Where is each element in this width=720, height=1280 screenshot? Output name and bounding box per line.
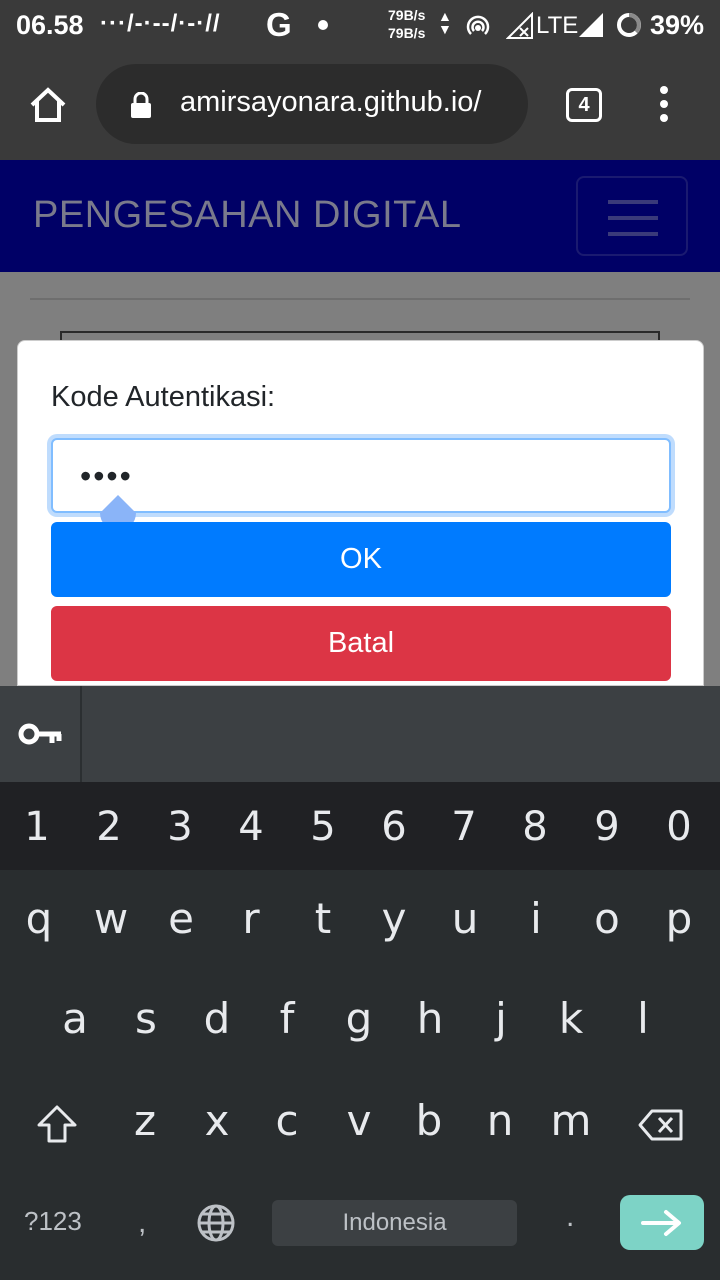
hamburger-line bbox=[608, 200, 658, 204]
key-4[interactable]: 4 bbox=[216, 804, 286, 850]
key-p[interactable]: p bbox=[644, 894, 714, 943]
signal-icon bbox=[579, 13, 603, 37]
key-h[interactable]: h bbox=[395, 994, 465, 1043]
password-key-icon[interactable] bbox=[18, 716, 64, 752]
backspace-icon[interactable] bbox=[638, 1108, 684, 1142]
speed-down: 79B/s bbox=[388, 25, 426, 41]
key-y[interactable]: y bbox=[359, 894, 429, 943]
key-a[interactable]: a bbox=[40, 994, 110, 1043]
auth-code-label: Kode Autentikasi: bbox=[51, 381, 276, 413]
shift-icon[interactable] bbox=[36, 1104, 78, 1144]
key-1[interactable]: 1 bbox=[2, 804, 72, 850]
key-c[interactable]: c bbox=[252, 1096, 322, 1145]
key-2[interactable]: 2 bbox=[74, 804, 144, 850]
address-bar[interactable]: amirsayonara.github.io/ bbox=[96, 64, 528, 144]
suggestion-divider bbox=[80, 686, 82, 782]
keyboard-suggestion-strip bbox=[0, 686, 720, 782]
hamburger-line bbox=[608, 216, 658, 220]
site-brand[interactable]: PENGESAHAN DIGITAL bbox=[33, 194, 462, 237]
notification-icons: ···/-·--/·-·// bbox=[100, 10, 221, 37]
key-8[interactable]: 8 bbox=[500, 804, 570, 850]
home-icon[interactable] bbox=[28, 85, 68, 125]
key-3[interactable]: 3 bbox=[145, 804, 215, 850]
key-5[interactable]: 5 bbox=[288, 804, 358, 850]
cancel-button[interactable]: Batal bbox=[51, 606, 671, 681]
battery-percent: 39% bbox=[650, 10, 705, 40]
battery-icon bbox=[617, 13, 641, 37]
key-g[interactable]: g bbox=[324, 994, 394, 1043]
key-9[interactable]: 9 bbox=[572, 804, 642, 850]
key-v[interactable]: v bbox=[324, 1096, 394, 1145]
site-navbar: PENGESAHAN DIGITAL bbox=[0, 160, 720, 272]
period-key[interactable]: . bbox=[566, 1200, 574, 1234]
enter-key[interactable] bbox=[620, 1195, 704, 1250]
space-bar[interactable]: Indonesia bbox=[272, 1200, 517, 1246]
google-icon: G bbox=[266, 6, 292, 43]
key-q[interactable]: q bbox=[4, 894, 74, 943]
network-type: LTE bbox=[536, 12, 579, 39]
key-7[interactable]: 7 bbox=[429, 804, 499, 850]
auth-dialog: Kode Autentikasi: •••• OK Batal bbox=[17, 340, 704, 686]
key-l[interactable]: l bbox=[608, 994, 678, 1043]
key-d[interactable]: d bbox=[182, 994, 252, 1043]
key-6[interactable]: 6 bbox=[359, 804, 429, 850]
url-text[interactable]: amirsayonara.github.io/ bbox=[180, 86, 481, 119]
data-arrows-icon: ▲ ▼ bbox=[438, 8, 452, 37]
status-bar: 06.58 ···/-·--/·-·// G 79B/s 79B/s ▲ ▼ LT… bbox=[0, 0, 720, 52]
key-b[interactable]: b bbox=[394, 1096, 464, 1145]
status-time: 06.58 bbox=[16, 10, 84, 40]
notification-dot-icon bbox=[318, 20, 328, 30]
symbols-key[interactable]: ?123 bbox=[24, 1206, 82, 1237]
key-t[interactable]: t bbox=[288, 894, 358, 943]
key-k[interactable]: k bbox=[536, 994, 606, 1043]
key-j[interactable]: j bbox=[466, 994, 536, 1043]
network-speed: 79B/s 79B/s bbox=[388, 6, 425, 42]
key-e[interactable]: e bbox=[146, 894, 216, 943]
hamburger-line bbox=[608, 232, 658, 236]
key-s[interactable]: s bbox=[111, 994, 181, 1043]
key-n[interactable]: n bbox=[465, 1096, 535, 1145]
key-o[interactable]: o bbox=[572, 894, 642, 943]
key-u[interactable]: u bbox=[430, 894, 500, 943]
key-w[interactable]: w bbox=[76, 894, 146, 943]
keyboard-number-row: 1 2 3 4 5 6 7 8 9 0 bbox=[0, 782, 720, 870]
globe-icon[interactable] bbox=[196, 1203, 236, 1243]
browser-toolbar: amirsayonara.github.io/ 4 bbox=[0, 52, 720, 160]
ok-button[interactable]: OK bbox=[51, 522, 671, 597]
key-f[interactable]: f bbox=[252, 994, 322, 1043]
key-i[interactable]: i bbox=[501, 894, 571, 943]
lock-icon bbox=[131, 92, 151, 118]
tab-switcher-button[interactable]: 4 bbox=[566, 88, 602, 122]
comma-key[interactable]: , bbox=[138, 1206, 146, 1240]
key-x[interactable]: x bbox=[182, 1096, 252, 1145]
auth-code-value: •••• bbox=[80, 458, 133, 494]
navbar-toggler-button[interactable] bbox=[576, 176, 688, 256]
key-m[interactable]: m bbox=[536, 1096, 606, 1145]
key-0[interactable]: 0 bbox=[644, 804, 714, 850]
divider bbox=[30, 298, 690, 300]
arrow-right-icon bbox=[641, 1210, 681, 1236]
auth-code-input[interactable]: •••• bbox=[51, 438, 671, 513]
key-z[interactable]: z bbox=[110, 1096, 180, 1145]
lte-signal-icon bbox=[506, 12, 533, 39]
keyboard-letters: q w e r t y u i o p a s d f g h j k l z … bbox=[0, 870, 720, 1280]
key-r[interactable]: r bbox=[216, 894, 286, 943]
hotspot-icon bbox=[466, 15, 490, 35]
overflow-menu-icon[interactable] bbox=[652, 86, 676, 126]
speed-up: 79B/s bbox=[388, 7, 426, 23]
